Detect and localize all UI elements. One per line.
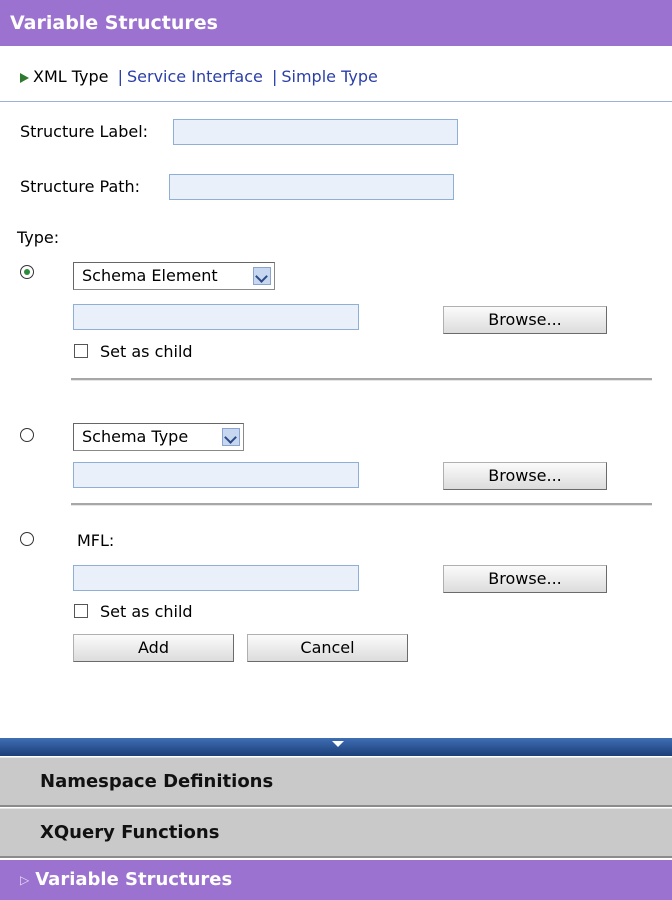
xquery-functions-panel[interactable]: XQuery Functions bbox=[0, 808, 672, 858]
expand-arrow-icon: ▷ bbox=[20, 873, 30, 887]
schema-type-input[interactable] bbox=[73, 462, 359, 488]
mfl-label: MFL: bbox=[77, 531, 115, 550]
schema-element-select[interactable]: Schema Element bbox=[73, 262, 275, 290]
schema-type-browse-button[interactable]: Browse... bbox=[443, 462, 607, 490]
schema-type-radio[interactable] bbox=[20, 428, 34, 442]
schema-type-select[interactable]: Schema Type bbox=[73, 423, 244, 451]
type-tabs-bar: XML Type | Service Interface | Simple Type bbox=[0, 47, 672, 102]
schema-element-select-value: Schema Element bbox=[82, 266, 218, 285]
mfl-radio[interactable] bbox=[20, 532, 34, 546]
tab-separator: | bbox=[117, 67, 123, 86]
chevron-down-icon bbox=[222, 428, 240, 446]
footer-title: Variable Structures bbox=[35, 869, 233, 890]
namespace-definitions-panel[interactable]: Namespace Definitions bbox=[0, 757, 672, 807]
cancel-button[interactable]: Cancel bbox=[247, 634, 408, 662]
collapse-arrow-icon[interactable] bbox=[332, 741, 344, 747]
option-divider bbox=[71, 503, 652, 506]
option-divider bbox=[71, 378, 652, 381]
mfl-set-as-child-checkbox[interactable] bbox=[74, 604, 88, 618]
schema-element-set-as-child-checkbox[interactable] bbox=[74, 344, 88, 358]
schema-type-select-value: Schema Type bbox=[82, 427, 189, 446]
tab-simple-type[interactable]: Simple Type bbox=[281, 67, 377, 86]
panel-header: Variable Structures bbox=[0, 0, 672, 46]
mfl-browse-button[interactable]: Browse... bbox=[443, 565, 607, 593]
tab-separator: | bbox=[271, 67, 278, 86]
schema-element-radio[interactable] bbox=[20, 265, 34, 279]
mfl-input[interactable] bbox=[73, 565, 359, 591]
schema-element-browse-button[interactable]: Browse... bbox=[443, 306, 607, 334]
structure-label-label: Structure Label: bbox=[20, 122, 149, 141]
structure-label-input[interactable] bbox=[173, 119, 458, 145]
structure-path-input[interactable] bbox=[169, 174, 454, 200]
variable-structures-panel[interactable]: ▷ Variable Structures bbox=[0, 860, 672, 900]
tab-service-interface[interactable]: Service Interface bbox=[127, 67, 263, 86]
structure-path-label: Structure Path: bbox=[20, 177, 141, 196]
tab-xml-type[interactable]: XML Type bbox=[33, 67, 109, 86]
schema-element-input[interactable] bbox=[73, 304, 359, 330]
active-tab-arrow-icon bbox=[20, 72, 29, 83]
type-label: Type: bbox=[17, 228, 60, 247]
chevron-down-icon bbox=[253, 267, 271, 285]
set-as-child-label: Set as child bbox=[100, 342, 193, 361]
type-tabs: XML Type | Service Interface | Simple Type bbox=[20, 67, 378, 86]
panel-splitter[interactable] bbox=[0, 738, 672, 756]
add-button[interactable]: Add bbox=[73, 634, 234, 662]
set-as-child-label: Set as child bbox=[100, 602, 193, 621]
